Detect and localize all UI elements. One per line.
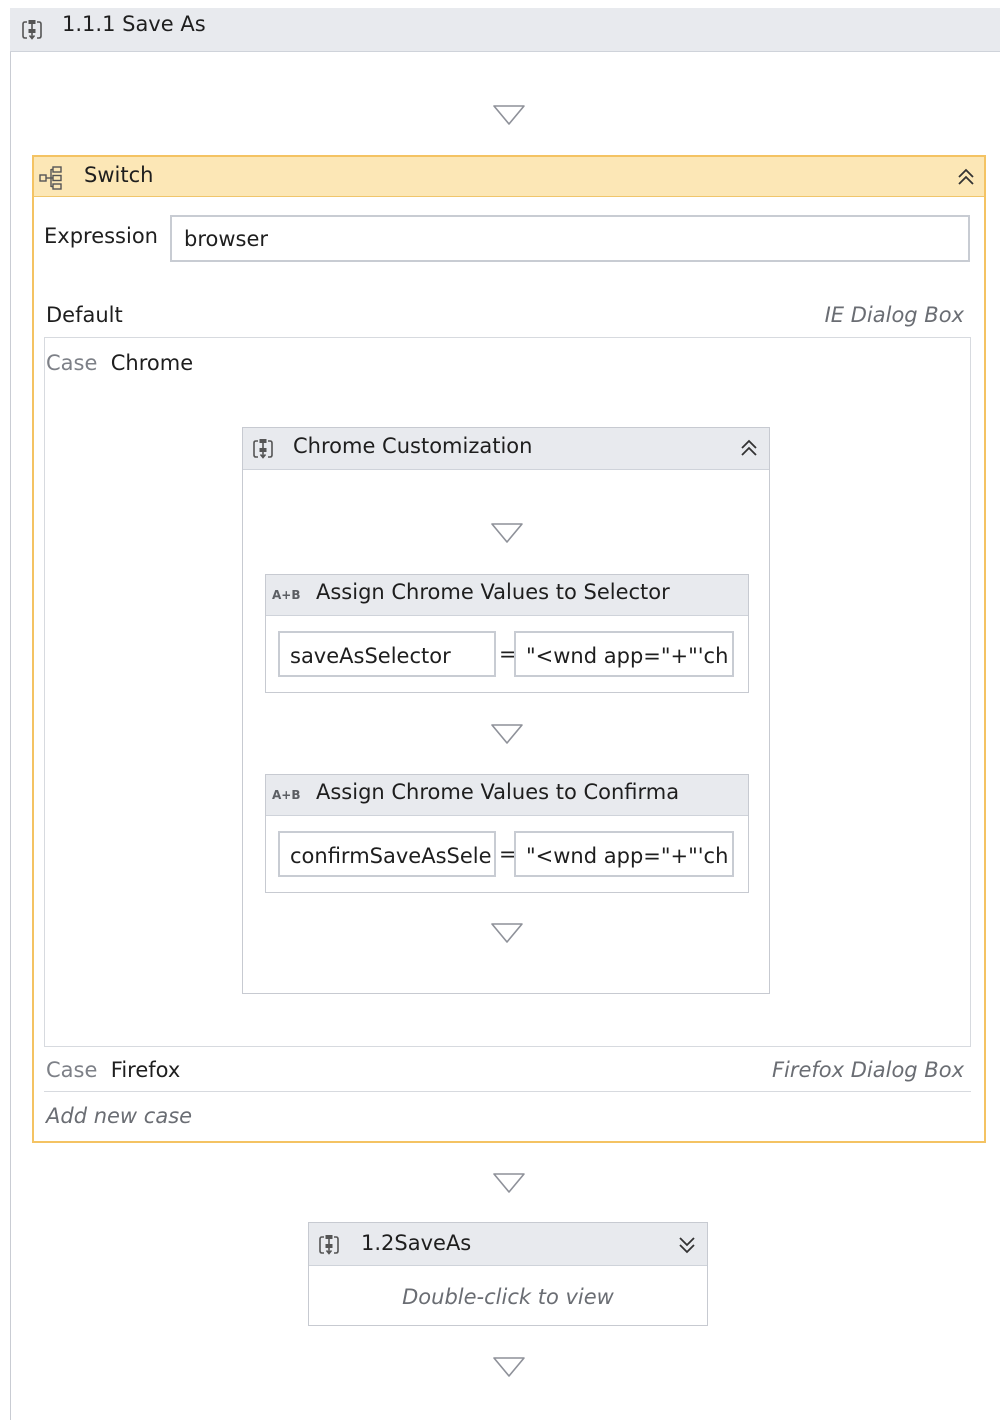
assign-header[interactable]: A+B Assign Chrome Values to Selector xyxy=(266,575,748,616)
assign-value-field[interactable]: "<wnd app="+"'ch xyxy=(514,631,734,677)
assign-title: Assign Chrome Values to Confirma xyxy=(316,780,680,804)
drop-arrow-icon[interactable] xyxy=(492,1172,526,1194)
double-click-hint: Double-click to view xyxy=(402,1285,614,1309)
sequence-icon xyxy=(20,18,44,42)
drop-arrow-icon[interactable] xyxy=(490,922,524,944)
assign-header[interactable]: A+B Assign Chrome Values to Confirma xyxy=(266,775,748,816)
assign-icon: A+B xyxy=(272,588,301,602)
drop-arrow-icon[interactable] xyxy=(490,522,524,544)
expression-label: Expression xyxy=(44,224,158,248)
assign-to-field[interactable]: confirmSaveAsSele xyxy=(278,831,496,877)
switch-icon xyxy=(39,166,69,190)
chrome-customization-sequence[interactable]: Chrome Customization A+B Assign Chrome V… xyxy=(242,427,770,994)
drop-arrow-icon[interactable] xyxy=(490,723,524,745)
switch-title: Switch xyxy=(84,163,154,187)
outer-sequence-title: 1.1.1 Save As xyxy=(62,12,206,36)
sequence-icon xyxy=(251,437,275,461)
assign-activity-confirmation[interactable]: A+B Assign Chrome Values to Confirma con… xyxy=(265,774,749,893)
assign-title: Assign Chrome Values to Selector xyxy=(316,580,670,604)
default-target-label[interactable]: IE Dialog Box xyxy=(825,303,964,327)
drop-arrow-icon[interactable] xyxy=(492,104,526,126)
case-name: Chrome xyxy=(110,351,194,375)
switch-header[interactable]: Switch xyxy=(34,157,984,197)
assign-value-field[interactable]: "<wnd app="+"'ch xyxy=(514,831,734,877)
add-new-case-link[interactable]: Add new case xyxy=(46,1104,192,1128)
case-name: Firefox xyxy=(110,1058,181,1082)
chrome-customization-title: Chrome Customization xyxy=(293,434,533,458)
assign-to-field[interactable]: saveAsSelector xyxy=(278,631,496,677)
case-word: Case xyxy=(46,1058,98,1082)
collapse-icon[interactable] xyxy=(739,438,759,458)
collapse-icon[interactable] xyxy=(956,167,976,187)
case-chrome-header[interactable]: Case Chrome xyxy=(46,351,193,375)
case-word: Case xyxy=(46,351,98,375)
assign-icon: A+B xyxy=(272,788,301,802)
case-divider xyxy=(44,1091,971,1092)
default-label[interactable]: Default xyxy=(46,303,123,327)
saveas-activity-collapsed[interactable]: 1.2SaveAs Double-click to view xyxy=(308,1222,708,1326)
assign-activity-selector[interactable]: A+B Assign Chrome Values to Selector sav… xyxy=(265,574,749,693)
sequence-icon xyxy=(317,1233,341,1257)
drop-arrow-icon[interactable] xyxy=(492,1356,526,1378)
case-divider xyxy=(44,1046,971,1047)
case-firefox-header[interactable]: Case Firefox xyxy=(46,1058,180,1082)
firefox-target-label[interactable]: Firefox Dialog Box xyxy=(772,1058,964,1082)
expand-icon[interactable] xyxy=(677,1235,697,1255)
saveas-title: 1.2SaveAs xyxy=(361,1231,472,1255)
expression-input[interactable]: browser xyxy=(170,215,970,262)
chrome-customization-header[interactable]: Chrome Customization xyxy=(243,428,769,470)
saveas-header[interactable]: 1.2SaveAs xyxy=(309,1223,707,1266)
